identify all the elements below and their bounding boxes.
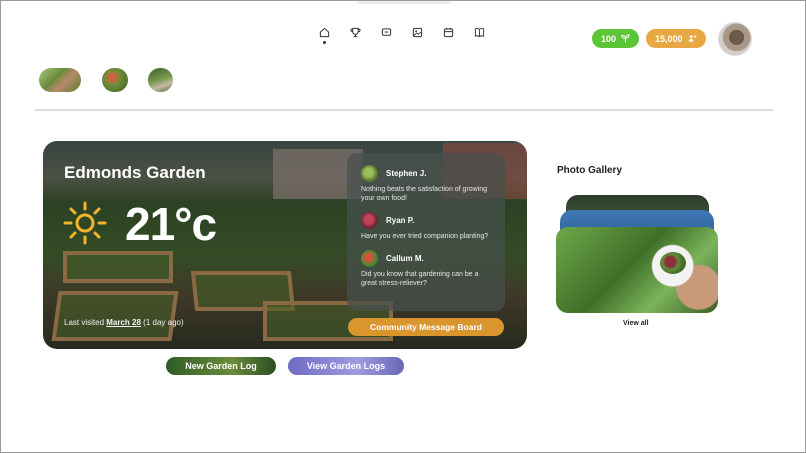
comment-author: Stephen J. xyxy=(386,169,427,178)
comment-item[interactable]: Ryan P. Have you ever tried companion pl… xyxy=(361,212,491,241)
calendar-icon xyxy=(443,27,454,38)
comment-item[interactable]: Stephen J. Nothing beats the satisfactio… xyxy=(361,165,491,203)
nav-calendar[interactable] xyxy=(443,27,454,41)
salad-bowl-image xyxy=(660,252,686,274)
community-comments: Stephen J. Nothing beats the satisfactio… xyxy=(347,153,505,311)
nav-trophy[interactable] xyxy=(350,27,361,41)
avatar xyxy=(361,212,378,230)
view-garden-logs-button[interactable]: View Garden Logs xyxy=(288,357,404,375)
message-icon xyxy=(381,28,392,36)
sprouts-value: 100 xyxy=(601,33,617,44)
sprouts-counter[interactable]: 100 xyxy=(592,29,639,48)
photo-icon xyxy=(412,27,423,38)
sun-icon xyxy=(63,201,107,245)
points-counter[interactable]: 15,000 xyxy=(646,29,706,48)
comment-author: Ryan P. xyxy=(386,216,415,226)
last-visited-prefix: Last visited xyxy=(64,318,107,327)
app-frame: 100 15,000 Edmonds Garden 21°c Last visi xyxy=(0,0,806,453)
new-garden-log-button[interactable]: New Garden Log xyxy=(166,357,276,375)
comment-text: Have you ever tried companion planting? xyxy=(361,233,489,241)
comment-item[interactable]: Callum M. Did you know that gardening ca… xyxy=(361,250,491,288)
garden-thumbnail[interactable] xyxy=(39,68,81,92)
gallery-photo[interactable] xyxy=(556,227,718,313)
nav-guide[interactable] xyxy=(474,27,485,41)
community-board-button[interactable]: Community Message Board xyxy=(348,318,504,336)
nav-home[interactable] xyxy=(319,27,330,44)
home-icon xyxy=(319,27,330,38)
last-visited-date[interactable]: March 28 xyxy=(106,318,141,327)
divider xyxy=(35,109,773,111)
garden-thumbnail[interactable] xyxy=(148,68,173,92)
trophy-icon xyxy=(350,27,361,38)
garden-title: Edmonds Garden xyxy=(64,163,206,182)
comment-text: Did you know that gardening can be a gre… xyxy=(361,271,479,288)
top-nav xyxy=(319,27,485,44)
last-visited-suffix: (1 day ago) xyxy=(140,318,184,327)
sprout-icon xyxy=(621,34,630,43)
garden-bed-image xyxy=(63,251,173,283)
comment-text: Nothing beats the satisfaction of growin… xyxy=(361,186,488,203)
avatar xyxy=(361,165,378,182)
view-all-link[interactable]: View all xyxy=(623,320,649,327)
garden-bed-image xyxy=(51,291,179,341)
avatar xyxy=(361,250,378,268)
people-icon xyxy=(688,35,697,42)
window-handle xyxy=(357,1,451,4)
garden-weather-card[interactable]: Edmonds Garden 21°c Last visited March 2… xyxy=(43,141,527,349)
gallery-title: Photo Gallery xyxy=(557,165,623,176)
temperature: 21°c xyxy=(125,198,217,250)
nav-photos[interactable] xyxy=(412,27,423,41)
comment-author: Callum M. xyxy=(386,254,424,264)
active-indicator xyxy=(323,41,326,44)
user-avatar[interactable] xyxy=(718,22,752,56)
last-visited: Last visited March 28 (1 day ago) xyxy=(64,318,184,327)
points-value: 15,000 xyxy=(655,33,683,44)
nav-messages[interactable] xyxy=(381,27,392,41)
garden-thumbnail[interactable] xyxy=(102,68,128,92)
book-icon xyxy=(474,28,485,38)
